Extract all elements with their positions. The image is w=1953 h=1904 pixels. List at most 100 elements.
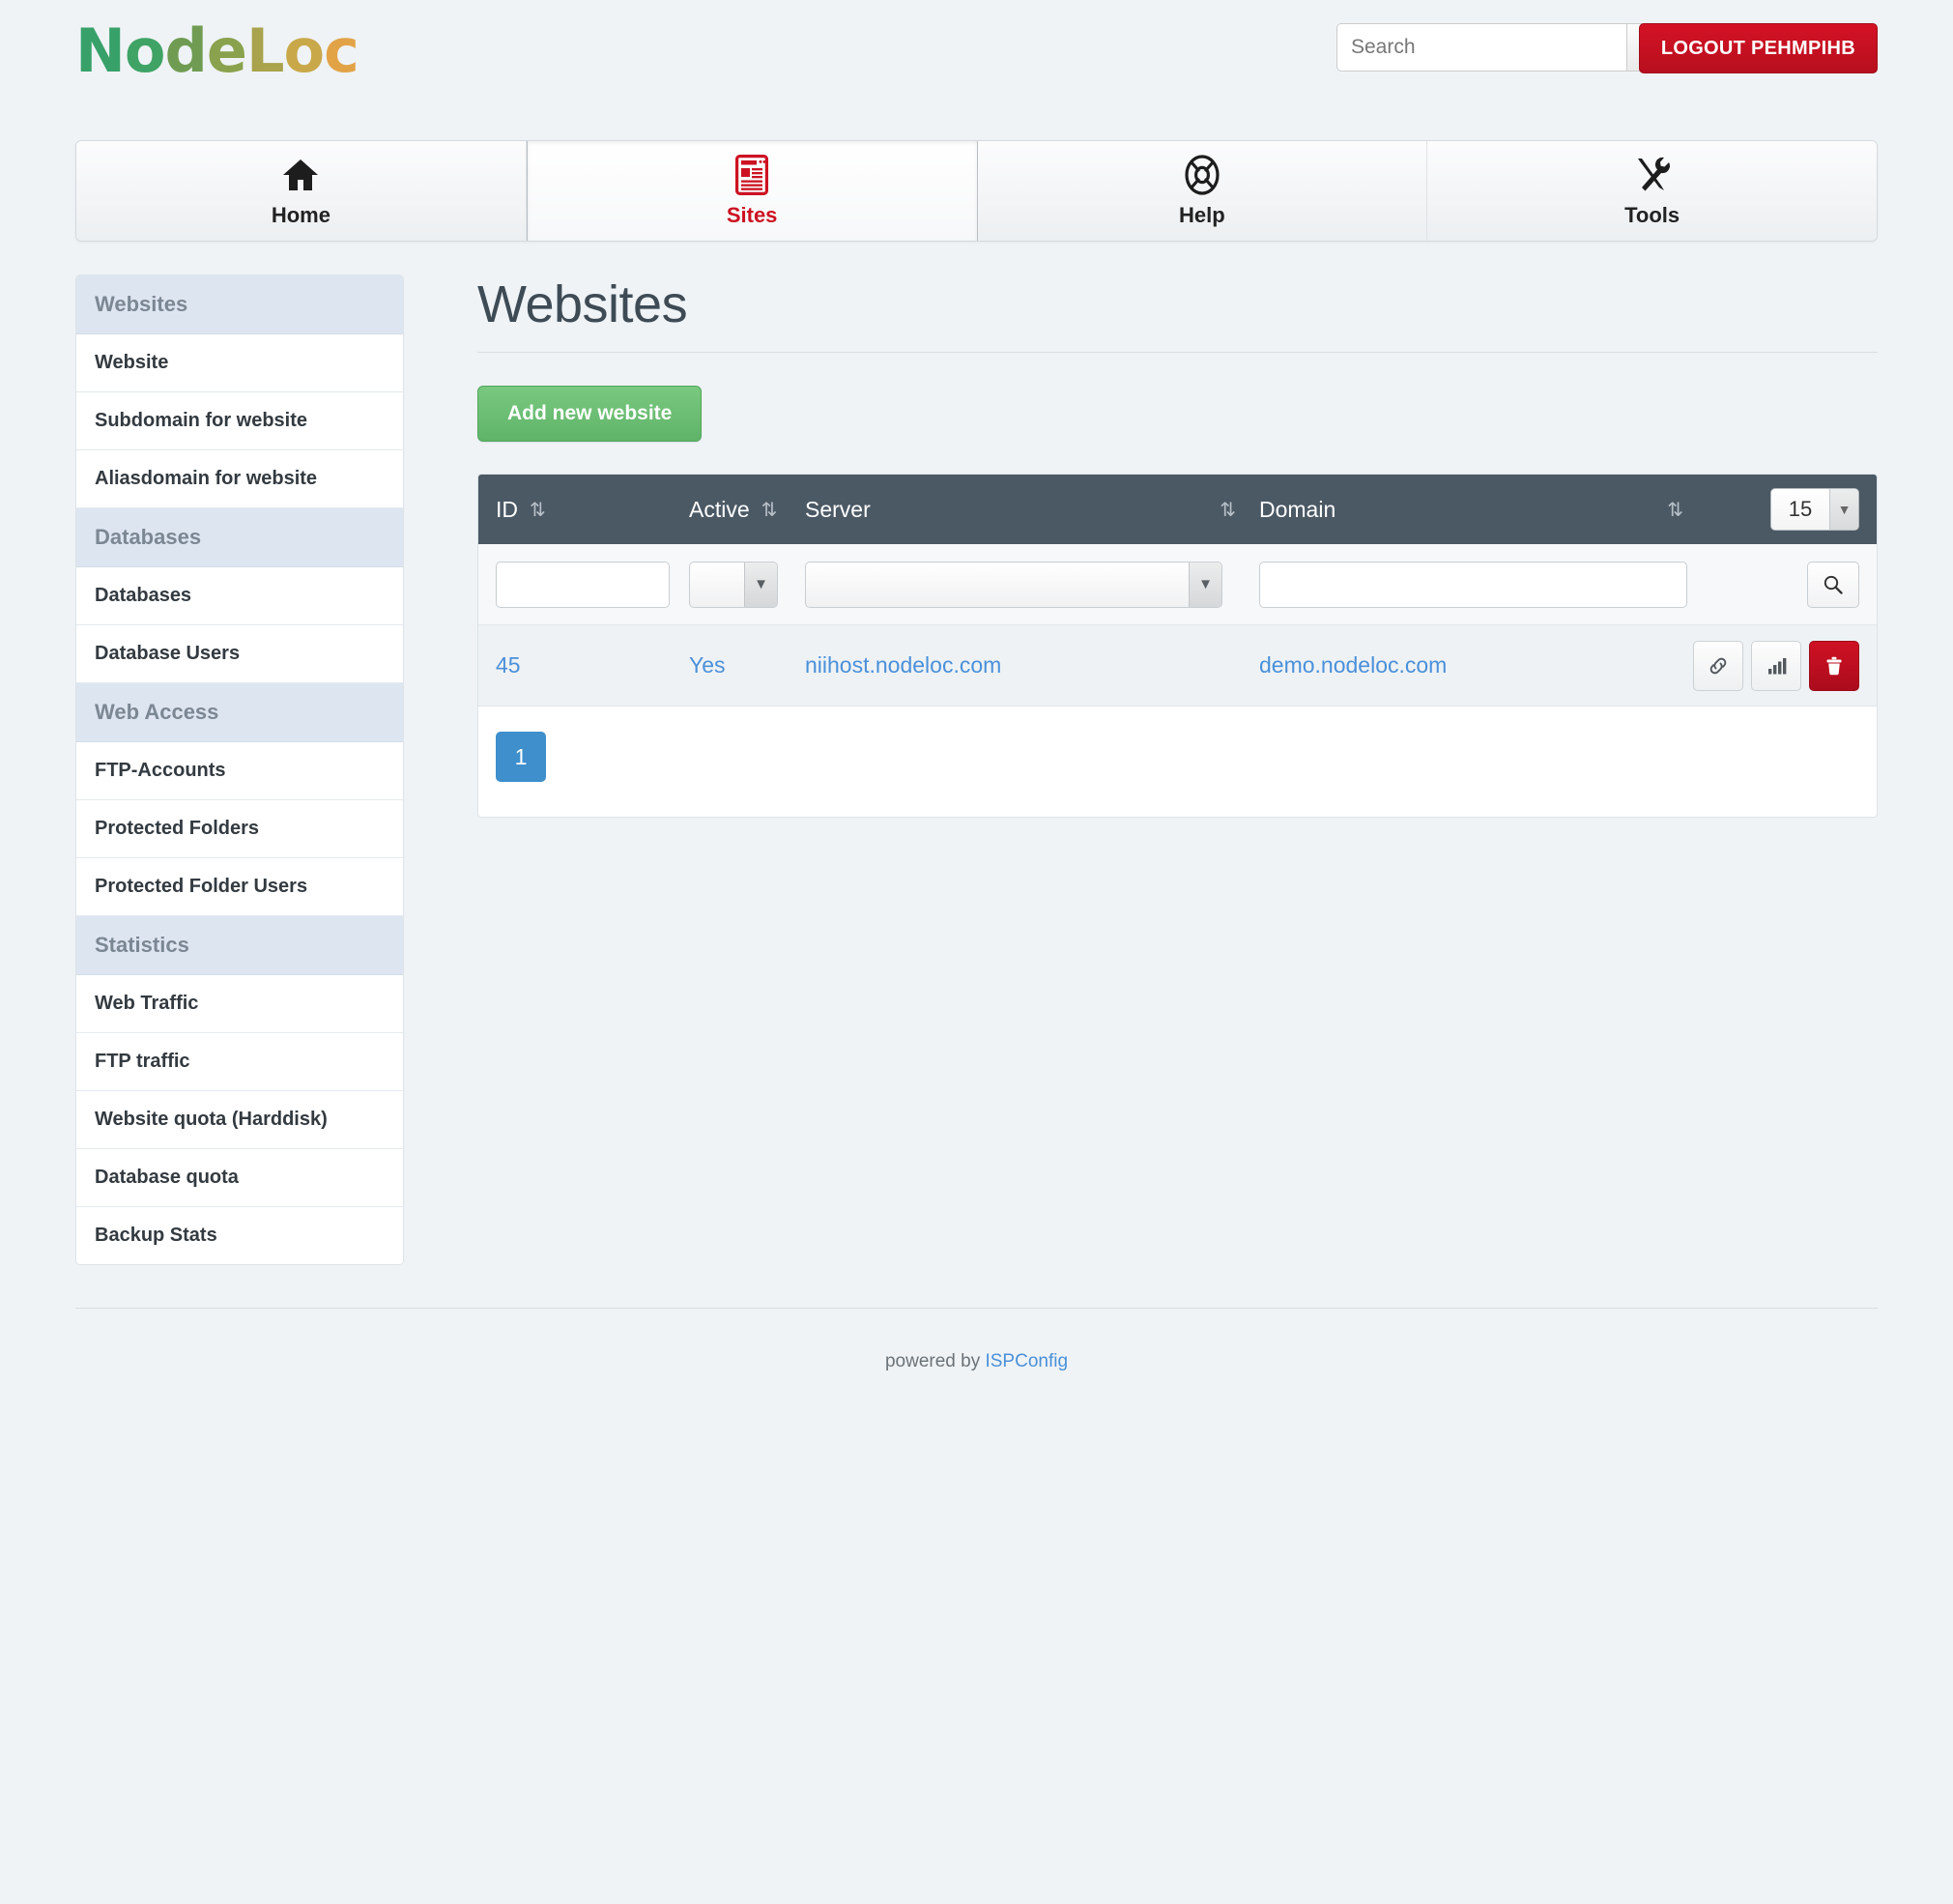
row-delete-button[interactable] (1809, 640, 1859, 691)
sidebar-item-database-quota[interactable]: Database quota (76, 1149, 403, 1207)
sidebar-item-ftp-accounts[interactable]: FTP-Accounts (76, 742, 403, 800)
sort-toggle-active[interactable]: ⇅ (761, 498, 778, 522)
sidebar-item-protected-folders[interactable]: Protected Folders (76, 800, 403, 858)
page-footer: powered by ISPConfig (0, 1309, 1953, 1372)
home-icon (281, 155, 320, 195)
row-id-link[interactable]: 45 (496, 652, 521, 678)
logo-letter: N (75, 15, 126, 86)
page-header: NodeLoc LOGOUT PEHMPIHB (0, 0, 1953, 116)
tab-home[interactable]: Home (76, 141, 527, 241)
powered-by-text: powered by (884, 1351, 986, 1371)
search-input[interactable] (1336, 23, 1626, 72)
pagination-page-1[interactable]: 1 (496, 732, 546, 782)
filter-server-select[interactable]: ▼ (805, 561, 1222, 608)
chevron-down-icon: ▼ (744, 562, 777, 607)
filter-domain-input[interactable] (1259, 561, 1687, 608)
sidebar-item-subdomain-for-website[interactable]: Subdomain for website (76, 392, 403, 450)
websites-table-panel: ID ⇅ Active ⇅ Server ⇅ Domain ⇅ 15 ▼ ▼ ▼… (477, 474, 1878, 818)
tab-sites[interactable]: Sites (526, 141, 978, 241)
table-header-id: ID ⇅ (496, 497, 689, 523)
tab-tools[interactable]: Tools (1427, 141, 1877, 241)
tab-tools-label: Tools (1624, 202, 1680, 227)
link-icon (1709, 657, 1727, 674)
sidebar-item-website-quota[interactable]: Website quota (Harddisk) (76, 1091, 403, 1149)
filter-cell-active: ▼ (689, 561, 805, 608)
sort-toggle-domain[interactable]: ⇅ (1667, 498, 1683, 522)
tab-help[interactable]: Help (977, 141, 1428, 241)
filter-server-value (806, 563, 1189, 607)
tools-icon (1632, 155, 1673, 195)
filter-active-value (690, 563, 744, 607)
main-nav-tabs: Home Sites Help Tools (75, 140, 1878, 242)
logo-letter: c (324, 15, 359, 86)
filter-cell-id (496, 561, 689, 608)
bar-chart-icon (1768, 657, 1787, 674)
cell-domain: demo.nodeloc.com (1259, 652, 1695, 678)
sidebar-item-ftp-traffic[interactable]: FTP traffic (76, 1033, 403, 1091)
sort-toggle-id[interactable]: ⇅ (530, 498, 546, 522)
tab-home-label: Home (271, 202, 330, 227)
table-header-server-label: Server (805, 496, 871, 522)
logo-letter: o (124, 15, 166, 86)
sidebar-item-databases[interactable]: Databases (76, 567, 403, 625)
filter-cell-actions (1695, 561, 1859, 608)
sidebar-item-database-users[interactable]: Database Users (76, 625, 403, 683)
cell-actions (1693, 640, 1859, 691)
row-domain-link[interactable]: demo.nodeloc.com (1259, 652, 1447, 678)
filter-active-select[interactable]: ▼ (689, 561, 778, 608)
table-header-domain-label: Domain (1259, 496, 1336, 522)
logo-letter: d (164, 15, 208, 86)
logo-letter: L (245, 15, 285, 86)
sidebar-section-statistics: Statistics (76, 916, 403, 975)
brand-logo[interactable]: NodeLoc (75, 21, 359, 81)
row-link-button[interactable] (1693, 640, 1743, 691)
page-body: Websites Website Subdomain for website A… (75, 274, 1878, 1265)
sidebar-section-databases: Databases (76, 508, 403, 567)
title-divider (477, 352, 1878, 353)
tab-help-label: Help (1179, 202, 1225, 227)
table-header-active: Active ⇅ (689, 497, 805, 523)
chevron-down-icon: ▼ (1189, 562, 1221, 607)
table-header-active-label: Active (689, 496, 750, 522)
table-row[interactable]: 45 Yes niihost.nodeloc.com demo.nodeloc.… (478, 625, 1877, 707)
sidebar-item-protected-folder-users[interactable]: Protected Folder Users (76, 858, 403, 916)
lifebuoy-icon (1184, 154, 1221, 195)
logo-letter: e (206, 15, 247, 86)
sidebar-item-backup-stats[interactable]: Backup Stats (76, 1207, 403, 1264)
per-page-select[interactable]: 15 ▼ (1770, 488, 1859, 531)
table-header-id-label: ID (496, 496, 518, 522)
filter-search-button[interactable] (1807, 561, 1859, 608)
trash-icon (1826, 656, 1842, 675)
filter-cell-server: ▼ (805, 561, 1259, 608)
header-search (1336, 23, 1682, 72)
cell-id: 45 (496, 652, 689, 678)
sidebar-section-web-access: Web Access (76, 683, 403, 742)
tab-sites-label: Sites (726, 202, 778, 227)
ispconfig-link[interactable]: ISPConfig (985, 1351, 1068, 1371)
row-active-link[interactable]: Yes (689, 652, 726, 678)
per-page-value: 15 (1771, 489, 1829, 530)
cell-active: Yes (689, 652, 805, 678)
page-root: NodeLoc LOGOUT PEHMPIHB Home (0, 0, 1953, 1904)
newspaper-icon (735, 154, 769, 195)
table-filter-row: ▼ ▼ (478, 544, 1877, 625)
chevron-down-icon: ▼ (1829, 489, 1858, 530)
table-header-server: Server ⇅ (805, 497, 1259, 523)
table-header-domain: Domain ⇅ (1259, 497, 1695, 523)
add-new-website-button[interactable]: Add new website (477, 386, 703, 442)
row-stats-button[interactable] (1751, 640, 1801, 691)
cell-server: niihost.nodeloc.com (805, 652, 1259, 678)
filter-id-input[interactable] (496, 561, 670, 608)
page-title: Websites (477, 275, 688, 333)
main-content: Websites Add new website ID ⇅ Active ⇅ S… (404, 274, 1878, 818)
sidebar-item-web-traffic[interactable]: Web Traffic (76, 975, 403, 1033)
sidebar-item-website[interactable]: Website (76, 334, 403, 392)
sort-toggle-server[interactable]: ⇅ (1220, 498, 1236, 522)
filter-cell-domain (1259, 561, 1695, 608)
table-pagination: 1 (478, 707, 1877, 817)
row-server-link[interactable]: niihost.nodeloc.com (805, 652, 1001, 678)
search-icon (1824, 575, 1843, 594)
sidebar-item-aliasdomain-for-website[interactable]: Aliasdomain for website (76, 450, 403, 508)
logout-button[interactable]: LOGOUT PEHMPIHB (1638, 23, 1878, 73)
table-header-actions: 15 ▼ (1695, 488, 1859, 531)
